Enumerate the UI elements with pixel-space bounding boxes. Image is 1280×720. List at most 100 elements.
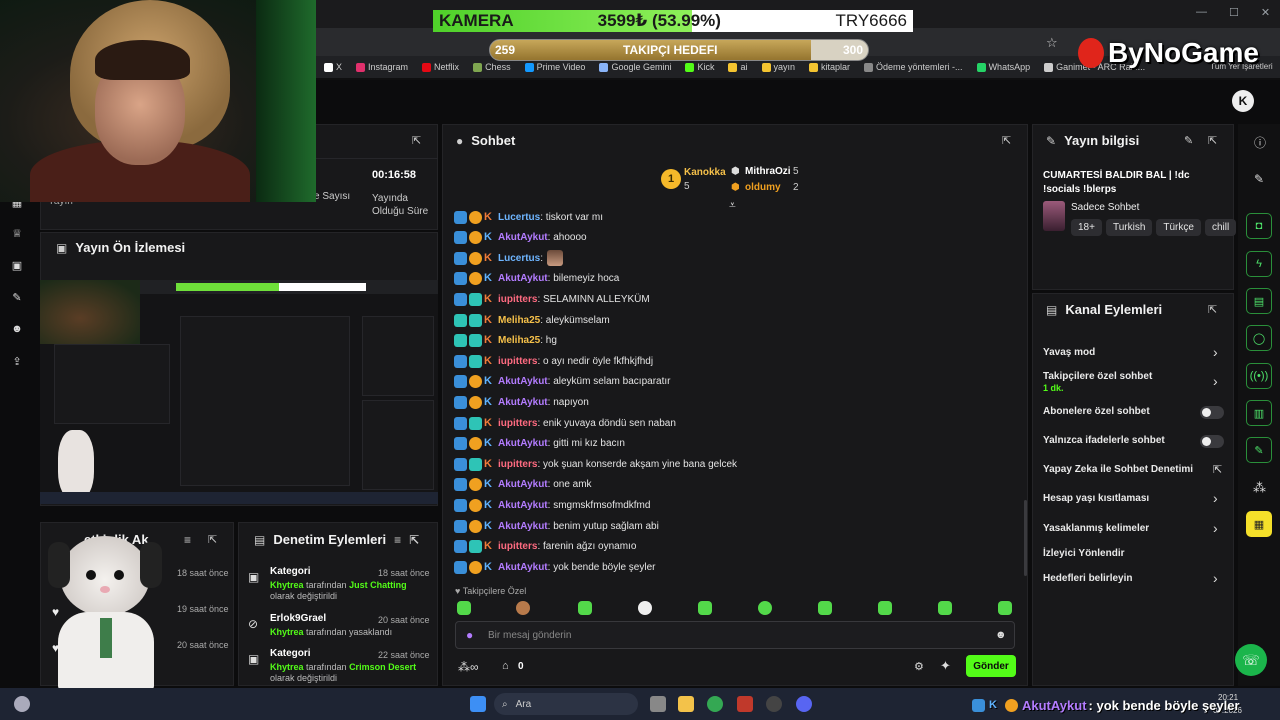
doc-icon[interactable]: ▤ <box>1246 288 1272 314</box>
toggle-switch[interactable] <box>1200 435 1224 448</box>
chat-username[interactable]: AkutAykut <box>498 232 548 243</box>
filter-icon[interactable]: ≡ <box>394 533 401 547</box>
chevron-right-icon[interactable]: › <box>1213 570 1218 586</box>
emoji-icon[interactable]: ☻ <box>995 629 1007 641</box>
chat-username[interactable]: AkutAykut <box>498 562 548 573</box>
chat-username[interactable]: AkutAykut <box>498 273 548 284</box>
info-icon[interactable]: ⓘ <box>1254 134 1266 151</box>
points-icon[interactable]: ⁂∞ <box>458 660 479 674</box>
stream-preview-video[interactable] <box>40 280 438 504</box>
emote[interactable] <box>457 601 471 615</box>
layout-icon[interactable]: ▥ <box>1246 400 1272 426</box>
channel-action-label[interactable]: Hesap yaşı kısıtlaması <box>1043 493 1223 504</box>
chat-message[interactable]: Kiupitters: SELAMINN ALLEYKÜM <box>454 290 650 308</box>
chat-message[interactable]: K AkutAykut: gitti mi kız bacın <box>454 435 625 453</box>
chevron-right-icon[interactable]: › <box>1213 373 1218 389</box>
bookmark-item[interactable]: Prime Video <box>524 62 585 72</box>
emote-picker-icon[interactable]: ✦ <box>940 658 951 674</box>
bookmark-item[interactable]: Google Gemini <box>599 62 671 72</box>
chat-scrollbar[interactable] <box>1024 500 1027 576</box>
wrench-icon[interactable]: ✎ <box>1246 437 1272 463</box>
maximize-icon[interactable]: ☐ <box>1229 6 1239 19</box>
popout-icon[interactable]: ⇱ <box>208 533 217 546</box>
store-icon[interactable]: ⌂ <box>502 660 509 672</box>
popout-icon[interactable]: ⇱ <box>412 134 421 147</box>
kick-avatar-icon[interactable]: K <box>1232 90 1254 112</box>
channel-action-label[interactable]: Yasaklanmış kelimeler <box>1043 523 1223 534</box>
tag-chip[interactable]: Turkish <box>1105 219 1153 236</box>
chat-username[interactable]: AkutAykut <box>498 438 548 449</box>
clapper-icon[interactable]: ▦ <box>1246 511 1272 537</box>
app-icon[interactable] <box>737 696 753 712</box>
channel-action-label[interactable]: Yalnızca ifadelerle sohbet <box>1043 435 1223 446</box>
chat-message[interactable]: K AkutAykut: smgmskfmsofmdkfmd <box>454 496 650 514</box>
category-thumbnail[interactable] <box>1043 201 1065 231</box>
chat-username[interactable]: Meliha25 <box>498 315 540 326</box>
close-icon[interactable]: ✕ <box>1261 6 1270 19</box>
emote[interactable] <box>758 601 772 615</box>
chat-username[interactable]: AkutAykut <box>498 521 548 532</box>
chat-username[interactable]: iupitters <box>498 459 537 470</box>
chat-username[interactable]: Lucertus <box>498 253 540 264</box>
chat-username[interactable]: iupitters <box>498 541 537 552</box>
emote[interactable] <box>638 601 652 615</box>
settings-icon[interactable]: ⚙ <box>914 660 924 673</box>
emote[interactable] <box>878 601 892 615</box>
bookmark-item[interactable]: X <box>324 62 342 72</box>
bookmark-item[interactable]: Kick <box>685 62 714 72</box>
leaderboard-name[interactable]: MithraOzi <box>745 166 791 177</box>
chat-username[interactable]: AkutAykut <box>498 376 548 387</box>
upload-icon[interactable]: ⇪ <box>10 355 24 368</box>
emote[interactable] <box>698 601 712 615</box>
channel-action-label[interactable]: İzleyici Yönlendir <box>1043 548 1223 559</box>
start-icon[interactable] <box>470 696 486 712</box>
chat-message[interactable]: K Lucertus: tiskort var mı <box>454 208 603 226</box>
chevron-right-icon[interactable]: › <box>1213 520 1218 536</box>
chat-username[interactable]: AkutAykut <box>498 397 548 408</box>
chat-message[interactable]: Kiupitters: farenin ağzı oynamıo <box>454 538 636 556</box>
file-explorer-icon[interactable] <box>678 696 694 712</box>
emote[interactable] <box>516 601 530 615</box>
video-icon[interactable]: ▣ <box>10 259 24 272</box>
channel-action-label[interactable]: Takipçilere özel sohbet <box>1043 371 1223 382</box>
bookmark-item[interactable]: WhatsApp <box>976 62 1030 72</box>
emote[interactable] <box>938 601 952 615</box>
moderation-actor[interactable]: Khytrea <box>270 627 304 637</box>
bookmark-item[interactable]: ai <box>728 62 748 72</box>
category-name[interactable]: Sadece Sohbet <box>1071 202 1139 213</box>
toggle-switch[interactable] <box>1200 406 1224 419</box>
chat-message[interactable]: K AkutAykut: yok bende böyle şeyler <box>454 558 655 576</box>
chat-message[interactable]: Kiupitters: yok şuan konserde akşam yine… <box>454 455 737 473</box>
clip-icon[interactable]: ◘ <box>1246 213 1272 239</box>
expand-icon[interactable]: ⩡ <box>729 198 736 213</box>
chat-message[interactable]: K AkutAykut: benim yutup sağlam abi <box>454 517 659 535</box>
tag-chip[interactable]: 18+ <box>1071 219 1102 236</box>
chat-message[interactable]: K AkutAykut: one amk <box>454 476 592 494</box>
edit-icon[interactable]: ✎ <box>1184 134 1193 147</box>
trophy-icon[interactable]: ♕ <box>10 227 24 240</box>
support-icon[interactable]: ☏ <box>1235 644 1267 676</box>
channel-action-label[interactable]: Yapay Zeka ile Sohbet Denetimi <box>1043 464 1223 475</box>
chat-username[interactable]: AkutAykut <box>498 479 548 490</box>
chat-username[interactable]: Meliha25 <box>498 335 540 346</box>
chat-message[interactable]: K AkutAykut: napıyon <box>454 393 589 411</box>
chat-message[interactable]: Kiupitters: enik yuvaya döndü sen naban <box>454 414 676 432</box>
chevron-right-icon[interactable]: › <box>1213 344 1218 360</box>
discord-icon[interactable] <box>796 696 812 712</box>
broadcast-icon[interactable]: ((•)) <box>1246 363 1272 389</box>
wrench-icon[interactable]: ✎ <box>10 291 24 304</box>
chat-username[interactable]: iupitters <box>498 418 537 429</box>
bookmark-item[interactable]: kitaplar <box>809 62 850 72</box>
emote[interactable] <box>998 601 1012 615</box>
channel-action-label[interactable]: Abonelere özel sohbet <box>1043 406 1223 417</box>
tag-chip[interactable]: Türkçe <box>1156 219 1201 236</box>
chat-message[interactable]: K AkutAykut: bilemeyiz hoca <box>454 270 619 288</box>
chat-message[interactable]: K Meliha25: hg <box>454 332 557 350</box>
leaderboard-name[interactable]: Kanokka <box>684 167 726 178</box>
emote[interactable] <box>578 601 592 615</box>
minimize-icon[interactable]: — <box>1196 6 1207 19</box>
bookmark-item[interactable]: Chess <box>473 62 511 72</box>
bookmark-item[interactable]: Instagram <box>356 62 408 72</box>
chevron-right-icon[interactable]: › <box>1213 490 1218 506</box>
channel-action-label[interactable]: Yavaş mod <box>1043 347 1223 358</box>
